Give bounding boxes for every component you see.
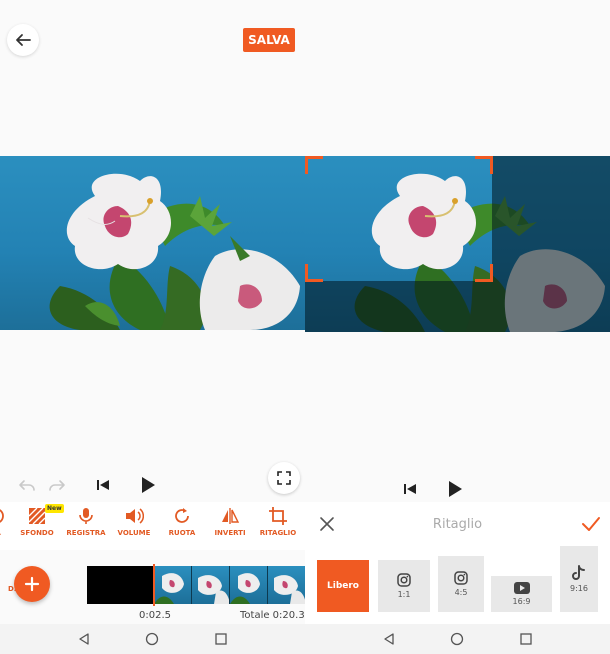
tool-label: RITAGLIO xyxy=(259,529,297,537)
save-button[interactable]: SALVA xyxy=(243,28,295,52)
background-icon xyxy=(28,507,46,525)
timeline: D...dio 0:02.5 Totale 0:20.3 xyxy=(0,550,305,624)
youtube-icon xyxy=(513,582,530,594)
crop-handle-bottom-left[interactable] xyxy=(305,264,323,282)
crop-icon xyxy=(269,507,287,525)
nav-recents-icon[interactable] xyxy=(214,632,228,646)
playhead[interactable] xyxy=(153,564,155,606)
arrow-left-icon xyxy=(16,34,31,46)
ratio-16-9[interactable]: 16:9 xyxy=(491,576,552,612)
crop-mask-right xyxy=(492,156,610,332)
aspect-ratio-list: Libero 1:1 4:5 16:9 9:16 xyxy=(305,546,610,624)
ratio-label: 16:9 xyxy=(512,597,531,606)
timeline-thumbnail xyxy=(191,566,229,604)
undo-redo-group xyxy=(18,478,66,494)
plus-icon xyxy=(24,576,40,592)
add-button[interactable] xyxy=(14,566,50,602)
play-icon[interactable] xyxy=(447,480,463,498)
skip-to-start-icon[interactable] xyxy=(403,482,417,496)
crop-title: Ritaglio xyxy=(432,517,483,532)
nav-home-icon[interactable] xyxy=(145,632,159,646)
nav-recents-icon[interactable] xyxy=(519,632,533,646)
play-icon[interactable] xyxy=(140,476,156,494)
total-time: Totale 0:20.3 xyxy=(240,610,305,621)
crop-panel: Ritaglio Libero 1:1 4:5 16:9 9:16 xyxy=(305,0,610,654)
ratio-label: 4:5 xyxy=(454,588,468,597)
timeline-thumbnail xyxy=(267,566,305,604)
crop-mask-bottom xyxy=(305,281,492,332)
crop-header: Ritaglio xyxy=(305,502,610,546)
ratio-1-1[interactable]: 1:1 xyxy=(378,560,430,612)
nav-back-icon[interactable] xyxy=(77,632,91,646)
flip-icon xyxy=(222,508,240,524)
tool-crop[interactable]: RITAGLIO xyxy=(252,506,304,537)
editor-panel: SALVA New SFONDO REGISTRA VOLUME RUOTA I… xyxy=(0,0,305,654)
edit-toolbar: TÀ New SFONDO REGISTRA VOLUME xyxy=(0,502,305,550)
crop-handle-top-left[interactable] xyxy=(305,156,323,174)
instagram-icon xyxy=(397,573,411,587)
timeline-thumbnail xyxy=(229,566,267,604)
ratio-9-16[interactable]: 9:16 xyxy=(560,546,598,612)
nav-back-icon[interactable] xyxy=(382,632,396,646)
playback-controls xyxy=(403,480,463,498)
current-time: 0:02.5 xyxy=(139,610,171,621)
tool-label: REGISTRA xyxy=(66,529,106,537)
ratio-label: 1:1 xyxy=(397,590,411,599)
system-nav-bar xyxy=(0,624,305,654)
redo-icon[interactable] xyxy=(48,478,66,494)
crop-handle-top-right[interactable] xyxy=(475,156,493,174)
tool-rotate[interactable]: RUOTA xyxy=(156,506,208,537)
rotate-icon xyxy=(175,508,189,523)
video-preview xyxy=(0,156,305,330)
ratio-free[interactable]: Libero xyxy=(317,560,369,612)
undo-icon[interactable] xyxy=(18,478,36,494)
ratio-4-5[interactable]: 4:5 xyxy=(438,556,484,612)
nav-home-icon[interactable] xyxy=(450,632,464,646)
volume-icon xyxy=(126,508,144,524)
tool-record[interactable]: REGISTRA xyxy=(60,506,112,537)
timeline-thumbnail xyxy=(153,566,191,604)
tool-label: TÀ xyxy=(0,529,1,537)
back-button[interactable] xyxy=(7,24,39,56)
skip-to-start-icon[interactable] xyxy=(96,478,110,492)
tool-label: SFONDO xyxy=(20,529,54,537)
tool-label: VOLUME xyxy=(117,529,151,537)
tiktok-icon xyxy=(572,565,585,580)
timeline-strip[interactable] xyxy=(87,566,305,604)
ratio-label: Libero xyxy=(327,581,359,591)
tool-label: INVERTI xyxy=(214,529,246,537)
tool-background[interactable]: New SFONDO xyxy=(11,504,64,537)
fullscreen-button[interactable] xyxy=(268,462,300,494)
flower-image xyxy=(49,173,300,330)
system-nav-bar xyxy=(305,624,610,654)
instagram-icon xyxy=(454,571,468,585)
confirm-check-icon[interactable] xyxy=(581,515,601,537)
timeline-black-segment xyxy=(87,566,153,604)
tool-label: RUOTA xyxy=(168,529,196,537)
crop-handle-bottom-right[interactable] xyxy=(475,264,493,282)
playback-controls xyxy=(96,476,156,494)
tool-volume[interactable]: VOLUME xyxy=(108,506,160,537)
ratio-label: 9:16 xyxy=(570,584,588,593)
microphone-icon xyxy=(79,508,93,524)
partial-icon xyxy=(0,509,4,523)
fullscreen-icon xyxy=(277,471,291,485)
crop-preview xyxy=(305,156,610,332)
tool-flip[interactable]: INVERTI xyxy=(204,506,256,537)
